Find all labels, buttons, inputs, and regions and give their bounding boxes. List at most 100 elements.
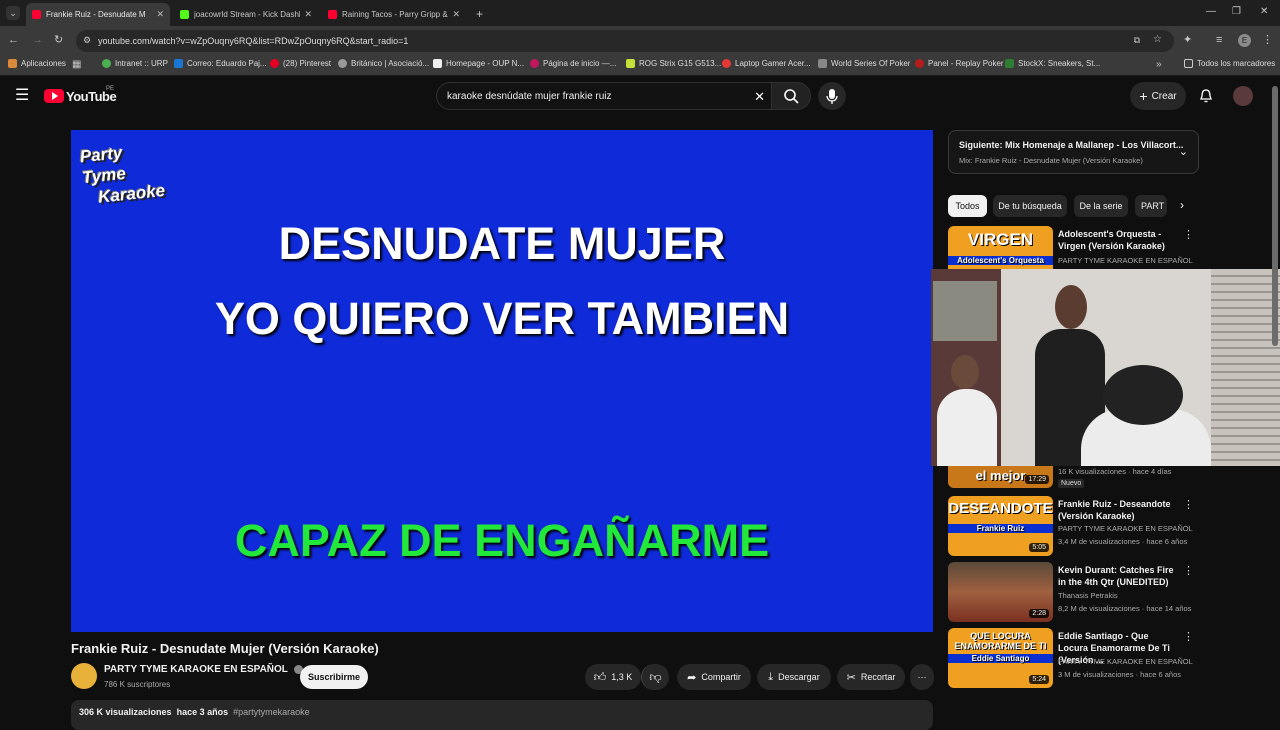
bookmark-stockx[interactable]: StockX: Sneakers, St... [1005, 59, 1100, 68]
more-vertical-icon[interactable]: ⋮ [1183, 498, 1194, 511]
channel-name[interactable]: Thanasis Petrakis [1058, 591, 1118, 600]
duration-badge: 2:28 [1029, 609, 1049, 618]
extensions-icon[interactable]: ✦ [1183, 35, 1192, 46]
reload-icon[interactable]: ↻ [54, 35, 63, 46]
tab-groups-icon[interactable]: ▦ [72, 60, 81, 70]
bookmark-wsop[interactable]: World Series Of Poker [818, 59, 910, 68]
tab-raining-tacos[interactable]: Raining Tacos - Parry Gripp & B ✕ [322, 3, 466, 26]
list-item[interactable]: QUE LOCURA ENAMORARME DE TI Eddie Santia… [948, 628, 1208, 690]
dislike-button[interactable]: 👎︎ [641, 664, 669, 690]
bookmark-label: Página de inicio —... [543, 59, 617, 68]
bookmark-aplicaciones[interactable]: Aplicaciones [8, 59, 66, 68]
close-tab-icon[interactable]: ✕ [452, 9, 460, 20]
notifications-bell-icon[interactable] [1198, 88, 1214, 104]
channel-avatar[interactable] [71, 663, 97, 689]
channel-name[interactable]: PARTY TYME KARAOKE EN ESPAÑOL [1058, 256, 1193, 265]
up-next-panel[interactable]: Siguiente: Mix Homenaje a Mallanep - Los… [948, 130, 1199, 174]
url-field[interactable]: ⚙ youtube.com/watch?v=wZpOuqny6RQ&list=R… [76, 30, 1174, 52]
share-button[interactable]: ➦ Compartir [677, 664, 751, 690]
video-player[interactable]: Party Tyme Karaoke DESNUDATE MUJER YO QU… [71, 130, 933, 632]
minimize-icon[interactable]: — [1206, 7, 1216, 17]
party-tyme-karaoke-logo: Party Tyme Karaoke [79, 138, 167, 207]
bookmark-replay-poker[interactable]: Panel - Replay Poker [915, 59, 1004, 68]
description-box[interactable]: 306 K visualizaciones hace 3 años #party… [71, 700, 933, 730]
video-title[interactable]: Adolescent's Orquesta - Virgen (Versión … [1058, 228, 1178, 252]
video-title[interactable]: Frankie Ruiz - Deseandote (Versión Karao… [1058, 498, 1178, 522]
channel-name[interactable]: PARTY TYME KARAOKE EN ESPAÑOL [1058, 524, 1193, 533]
bookmark-pagina-inicio[interactable]: Página de inicio —... [530, 59, 616, 68]
bookmark-britanico[interactable]: Británico | Asociació... [338, 59, 429, 68]
bookmark-pinterest[interactable]: (28) Pinterest [270, 59, 331, 68]
hamburger-menu-icon[interactable]: ☰ [15, 88, 29, 104]
video-meta: 3,4 M de visualizaciones · hace 6 años [1058, 537, 1188, 546]
back-icon[interactable]: ← [8, 35, 19, 46]
download-button[interactable]: ⤓ Descargar [757, 664, 831, 690]
media-controls-icon[interactable]: ≡ [1216, 35, 1222, 46]
bookmark-oup[interactable]: Homepage - OUP N... [433, 59, 524, 68]
like-button[interactable]: 👍︎ 1,3 K [585, 664, 641, 690]
list-item[interactable]: 2:28 Kevin Durant: Catches Fire in the 4… [948, 562, 1208, 624]
chevron-right-icon[interactable]: › [1180, 199, 1184, 211]
replay-poker-favicon-icon [915, 59, 924, 68]
more-bookmarks-icon[interactable]: » [1156, 60, 1162, 70]
like-count: 1,3 K [611, 672, 633, 682]
video-title[interactable]: Kevin Durant: Catches Fire in the 4th Qt… [1058, 564, 1178, 588]
channel-name-row[interactable]: PARTY TYME KARAOKE EN ESPAÑOL [104, 664, 303, 675]
bookmark-star-icon[interactable]: ☆ [1153, 35, 1162, 45]
tab-frankie-ruiz[interactable]: Frankie Ruiz - Desnudate M ✕ [26, 3, 170, 26]
video-thumbnail[interactable]: DESEANDOTE Frankie Ruiz 5:05 [948, 496, 1053, 556]
tab-search-icon[interactable]: ⌄ [6, 6, 20, 20]
install-app-icon[interactable]: ⧉ [1134, 36, 1140, 45]
channel-name[interactable]: PARTY TYME KARAOKE EN ESPAÑOL [104, 664, 288, 675]
bookmark-laptop-acer[interactable]: Laptop Gamer Acer... [722, 59, 811, 68]
hashtag-link[interactable]: #partytymekaraoke [233, 707, 310, 717]
kick-favicon-icon [180, 10, 189, 19]
profile-avatar-icon[interactable]: E [1238, 34, 1251, 47]
webcam-blinds [1211, 269, 1280, 466]
chip-de-tu-busqueda[interactable]: De tu búsqueda [993, 195, 1067, 217]
youtube-logo-icon[interactable] [44, 89, 64, 103]
more-actions-button[interactable]: ⋯ [910, 664, 934, 690]
bookmark-correo[interactable]: Correo: Eduardo Paj... [174, 59, 267, 68]
close-tab-icon[interactable]: ✕ [156, 9, 164, 20]
site-info-icon[interactable]: ⚙ [83, 36, 91, 45]
bookmark-rog-strix[interactable]: ROG Strix G15 G513... [626, 59, 721, 68]
page-scrollbar[interactable] [1272, 86, 1278, 346]
more-vertical-icon[interactable]: ⋮ [1183, 228, 1194, 241]
lyric-line-highlighted: CAPAZ DE ENGAÑARME [234, 515, 770, 566]
restore-icon[interactable]: ❐ [1232, 7, 1241, 17]
chevron-down-icon[interactable]: ⌄ [1179, 145, 1188, 158]
more-vertical-icon[interactable]: ⋮ [1183, 564, 1194, 577]
forward-icon[interactable]: → [32, 35, 43, 46]
browser-tab-bar: ⌄ Frankie Ruiz - Desnudate M ✕ joacowrld… [0, 0, 1280, 26]
new-tab-icon[interactable]: + [476, 8, 483, 20]
channel-name[interactable]: PARTY TYME KARAOKE EN ESPAÑOL [1058, 657, 1193, 666]
subscribe-button[interactable]: Suscribirme [300, 665, 368, 689]
all-bookmarks-folder[interactable]: Todos los marcadores [1184, 59, 1275, 68]
youtube-header: ☰ YouTube PE karaoke desnúdate mujer fra… [0, 76, 1280, 116]
search-button[interactable] [771, 82, 811, 110]
search-input[interactable]: karaoke desnúdate mujer frankie ruiz ✕ [436, 82, 772, 110]
clip-button[interactable]: ✂ Recortar [837, 664, 905, 690]
thumbs-down-icon: 👎︎ [649, 669, 662, 684]
globe-icon [338, 59, 347, 68]
clear-search-icon[interactable]: ✕ [754, 89, 765, 105]
rog-favicon-icon [626, 59, 635, 68]
chip-party[interactable]: PART [1135, 195, 1167, 217]
create-button[interactable]: + Crear [1130, 82, 1186, 110]
bookmark-label: Panel - Replay Poker [928, 59, 1004, 68]
account-avatar[interactable] [1233, 86, 1253, 106]
tab-kick-dashboard[interactable]: joacowrld Stream - Kick Dashbo ✕ [174, 3, 318, 26]
browser-menu-icon[interactable]: ⋮ [1262, 35, 1273, 46]
close-tab-icon[interactable]: ✕ [304, 9, 312, 20]
voice-search-button[interactable] [818, 82, 846, 110]
chip-de-la-serie[interactable]: De la serie [1074, 195, 1128, 217]
more-vertical-icon[interactable]: ⋮ [1183, 630, 1194, 643]
close-window-icon[interactable]: ✕ [1260, 7, 1268, 17]
chip-todos[interactable]: Todos [948, 195, 987, 217]
video-thumbnail[interactable]: QUE LOCURA ENAMORARME DE TI Eddie Santia… [948, 628, 1053, 688]
video-thumbnail[interactable]: 2:28 [948, 562, 1053, 622]
bookmark-intranet[interactable]: Intranet :: URP [102, 59, 168, 68]
youtube-favicon-icon [328, 10, 337, 19]
list-item[interactable]: DESEANDOTE Frankie Ruiz 5:05 Frankie Rui… [948, 496, 1208, 558]
